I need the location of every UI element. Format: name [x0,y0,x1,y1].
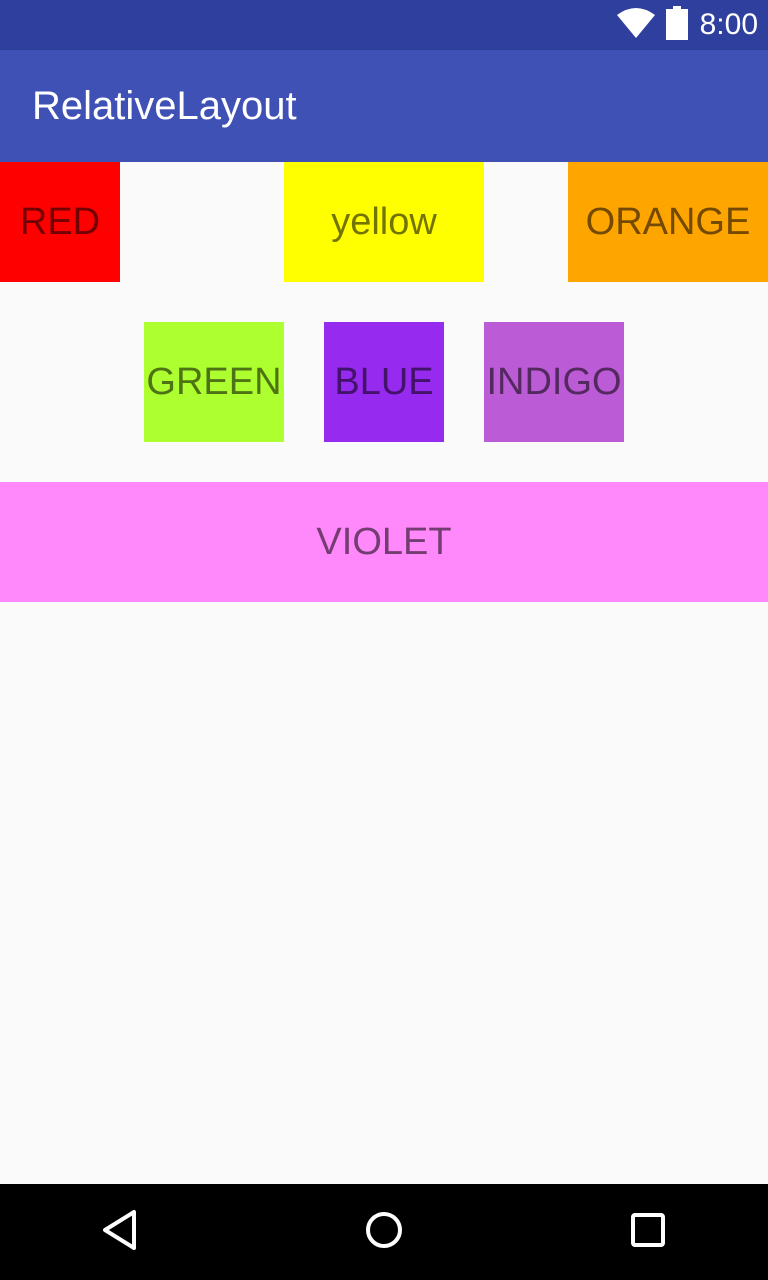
violet-label: VIOLET [316,520,452,563]
red-box: RED [0,162,120,282]
green-label: GREEN [146,360,282,403]
orange-box: ORANGE [568,162,768,282]
status-time: 8:00 [699,8,758,41]
yellow-label: yellow [331,200,437,243]
recent-apps-button[interactable] [600,1184,696,1280]
indigo-box: INDIGO [484,322,624,442]
status-bar: 8:00 [0,0,768,50]
red-label: RED [19,200,101,243]
relative-layout-content: RED yellow ORANGE GREEN BLUE INDIGO VIOL… [0,162,768,1184]
home-icon [364,1210,404,1255]
battery-icon [665,5,688,45]
blue-label: BLUE [334,360,434,403]
home-button[interactable] [336,1184,432,1280]
wifi-icon [616,7,656,44]
yellow-box: yellow [284,162,484,282]
app-bar: RelativeLayout [0,50,768,162]
green-box: GREEN [144,322,284,442]
status-icons: 8:00 [616,0,758,50]
indigo-label: INDIGO [486,360,622,403]
back-icon [100,1208,140,1257]
back-button[interactable] [72,1184,168,1280]
violet-box: VIOLET [0,482,768,602]
app-title: RelativeLayout [32,84,297,128]
orange-label: ORANGE [585,200,751,243]
blue-box: BLUE [324,322,444,442]
navigation-bar [0,1184,768,1280]
recent-apps-icon [630,1212,666,1253]
